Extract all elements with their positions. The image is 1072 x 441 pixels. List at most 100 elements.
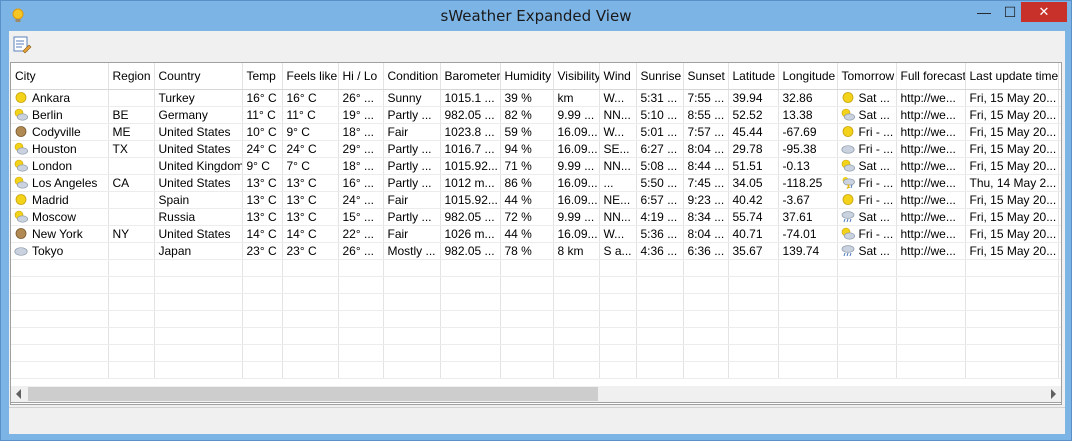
minimize-button[interactable]: —	[971, 2, 997, 22]
close-button[interactable]: ✕	[1021, 2, 1067, 22]
table-cell: 18° ...	[338, 123, 384, 141]
empty-cell	[896, 344, 966, 362]
empty-cell	[778, 259, 838, 277]
column-header[interactable]: Last update time	[965, 63, 1059, 90]
empty-cell	[383, 344, 441, 362]
horizontal-scrollbar[interactable]	[10, 386, 1062, 403]
table-cell: 8:44 ...	[683, 157, 729, 175]
table-cell: 71 %	[500, 157, 554, 175]
column-header[interactable]: Country	[154, 63, 243, 90]
table-cell: -118.25	[778, 174, 838, 192]
table-cell: Sat ...	[837, 242, 897, 260]
city-name: Moscow	[32, 209, 77, 224]
column-header[interactable]: Tomorrow	[837, 63, 897, 90]
table-cell: 1016.7 ...	[440, 140, 501, 158]
table-cell: http://we...	[896, 140, 966, 158]
title-bar[interactable]: sWeather Expanded View — ☐ ✕	[1, 1, 1071, 31]
table-cell: http://we...	[896, 157, 966, 175]
scrollbar-thumb[interactable]	[28, 387, 598, 401]
column-header[interactable]: Longitude	[778, 63, 838, 90]
edit-list-icon[interactable]	[12, 34, 32, 54]
table-cell	[1058, 174, 1061, 192]
empty-cell	[242, 276, 283, 294]
empty-cell	[1058, 259, 1061, 277]
empty-cell	[896, 327, 966, 345]
table-cell: 45.44	[728, 123, 779, 141]
table-cell: BE	[108, 106, 155, 124]
empty-cell	[728, 293, 779, 311]
empty-cell	[1058, 310, 1061, 328]
table-row[interactable]: London United Kingdom 9° C 7° C 18° ... Partl…	[11, 157, 1061, 175]
empty-cell	[599, 293, 637, 311]
table-row[interactable]: Tokyo Japan 23° C 23° C 26° ... Mostly ... 982…	[11, 242, 1061, 260]
table-cell	[1058, 225, 1061, 243]
partly-cloudy-icon	[841, 108, 855, 121]
table-cell: 29.78	[728, 140, 779, 158]
column-header[interactable]: Condition	[383, 63, 441, 90]
table-cell	[1058, 191, 1061, 209]
table-cell: 11° C	[282, 106, 339, 124]
empty-cell	[154, 293, 243, 311]
table-cell: 8 km	[553, 242, 600, 260]
table-row[interactable]: Berlin BE Germany 11° C 11° C 19° ... Partly .…	[11, 106, 1061, 124]
empty-row	[11, 276, 1061, 294]
table-cell	[1058, 89, 1061, 107]
empty-cell	[965, 276, 1059, 294]
table-row[interactable]: Houston TX United States 24° C 24° C 29° ... P…	[11, 140, 1061, 158]
table-row[interactable]: Los Angeles CA United States 13° C 13° C 16° …	[11, 174, 1061, 192]
table-row[interactable]: Moscow Russia 13° C 13° C 15° ... Partly ... 9…	[11, 208, 1061, 226]
empty-cell	[1058, 293, 1061, 311]
client-area: City Region Country Temp Feels like Hi / Lo Co…	[9, 31, 1065, 434]
table-row[interactable]: New York NY United States 14° C 14° C 22° ...…	[11, 225, 1061, 243]
empty-cell	[282, 361, 339, 379]
empty-cell	[242, 361, 283, 379]
column-header[interactable]: Barometer	[440, 63, 501, 90]
table-row[interactable]: Codyville ME United States 10° C 9° C 18° ...…	[11, 123, 1061, 141]
empty-cell	[553, 361, 600, 379]
column-header[interactable]: Sunset	[683, 63, 729, 90]
column-header[interactable]: City	[11, 63, 109, 90]
table-row[interactable]: Madrid Spain 13° C 13° C 24° ... Fair 1015.92.…	[11, 191, 1061, 209]
table-cell: Fri, 15 May 20...	[965, 106, 1059, 124]
empty-row	[11, 293, 1061, 311]
partly-cloudy-icon	[14, 108, 28, 121]
table-cell: 5:10 ...	[636, 106, 684, 124]
column-header[interactable]: Wind	[599, 63, 637, 90]
column-header[interactable]: T	[1058, 63, 1061, 90]
table-cell: 8:34 ...	[683, 208, 729, 226]
table-cell: Fri, 15 May 20...	[965, 140, 1059, 158]
table-cell: 24° C	[282, 140, 339, 158]
weather-grid[interactable]: City Region Country Temp Feels like Hi / Lo Co…	[10, 62, 1062, 405]
city-name: Ankara	[32, 90, 71, 105]
empty-cell	[11, 293, 109, 311]
table-cell: 44 %	[500, 191, 554, 209]
empty-cell	[500, 276, 554, 294]
column-header[interactable]: Latitude	[728, 63, 779, 90]
table-cell: United States	[154, 123, 243, 141]
table-cell: 4:19 ...	[636, 208, 684, 226]
column-header[interactable]: Feels like	[282, 63, 339, 90]
column-header[interactable]: Humidity	[500, 63, 554, 90]
column-header[interactable]: Region	[108, 63, 155, 90]
table-cell: 982.05 ...	[440, 106, 501, 124]
column-header[interactable]: Full forecast	[896, 63, 966, 90]
scroll-left-arrow-icon[interactable]	[16, 389, 21, 399]
column-header[interactable]: Sunrise	[636, 63, 684, 90]
empty-cell	[636, 259, 684, 277]
empty-cell	[338, 310, 384, 328]
maximize-button[interactable]: ☐	[997, 2, 1023, 22]
column-header[interactable]: Hi / Lo	[338, 63, 384, 90]
table-cell: Los Angeles	[11, 174, 109, 192]
partly-cloudy-icon	[14, 210, 28, 223]
tomorrow-text: Fri - ...	[858, 175, 894, 190]
table-cell: Partly ...	[383, 208, 441, 226]
empty-cell	[837, 276, 897, 294]
column-header[interactable]: Visibility	[553, 63, 600, 90]
column-header[interactable]: Temp	[242, 63, 283, 90]
table-cell: 94 %	[500, 140, 554, 158]
scroll-right-arrow-icon[interactable]	[1051, 389, 1056, 399]
table-row[interactable]: Ankara Turkey 16° C 16° C 26° ... Sunny 1015.1…	[11, 89, 1061, 107]
empty-cell	[11, 361, 109, 379]
table-cell: 23° C	[242, 242, 283, 260]
empty-row	[11, 327, 1061, 345]
